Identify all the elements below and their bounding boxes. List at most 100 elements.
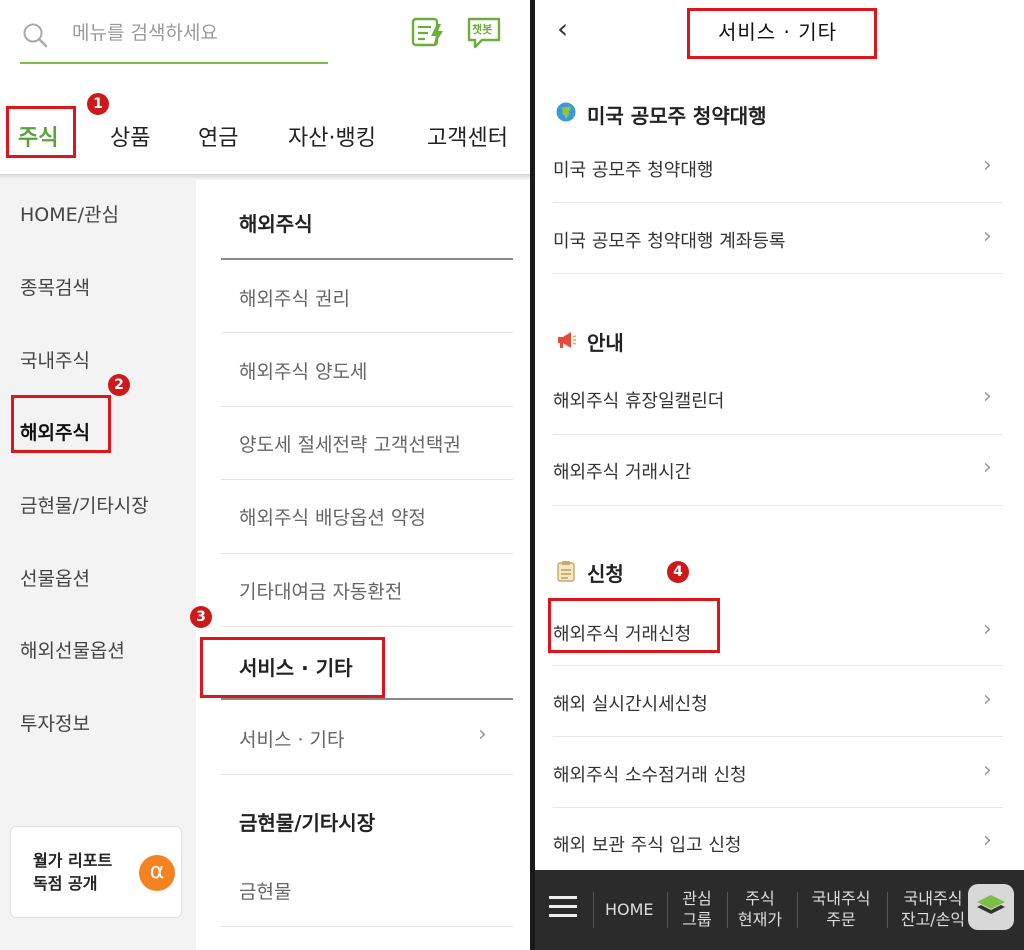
sidebar-item-home[interactable]: HOME/관심: [20, 200, 119, 227]
divider: [221, 332, 513, 333]
list-item[interactable]: 미국 공모주 청약대행: [553, 156, 713, 182]
chevron-right-icon: ›: [983, 153, 992, 178]
sidebar-item-futures[interactable]: 선물옵션: [20, 564, 90, 591]
submenu-heading: 해외주식: [239, 212, 313, 236]
layers-button[interactable]: [968, 884, 1014, 930]
sidebar-item-overseas-futures[interactable]: 해외선물옵션: [20, 636, 125, 663]
highlight-box-1: [6, 106, 76, 158]
step-badge-1: 1: [87, 93, 109, 115]
divider: [553, 736, 1003, 737]
nav-label: 주식: [745, 889, 775, 908]
highlight-box-4: [548, 598, 720, 653]
divider: [221, 626, 513, 627]
divider: [553, 665, 1003, 666]
tab-pension[interactable]: 연금: [198, 120, 238, 152]
submenu-item[interactable]: 해외주식 권리: [239, 284, 350, 311]
nav-label: 그룹: [682, 910, 712, 929]
back-arrow-icon[interactable]: ‹: [557, 12, 568, 45]
search-icon: [23, 23, 48, 48]
list-item[interactable]: 미국 공모주 청약대행 계좌등록: [553, 227, 785, 253]
nav-domestic-balance[interactable]: 국내주식 잔고/손익: [893, 888, 973, 930]
nav-stock-price[interactable]: 주식 현재가: [733, 888, 787, 930]
nav-domestic-order[interactable]: 국내주식 주문: [805, 888, 877, 930]
search-input[interactable]: [72, 22, 322, 44]
right-screen: ‹ 서비스 · 기타 미국 공모주 청약대행 미국 공모주 청약대행 › 미국 …: [535, 0, 1024, 950]
nav-label: 관심: [682, 889, 712, 908]
submenu-item[interactable]: 기타대여금 자동환전: [239, 577, 402, 604]
chevron-right-icon: ›: [983, 384, 992, 409]
divider: [553, 807, 1003, 808]
step-badge-4: 4: [667, 561, 689, 583]
submenu-item[interactable]: 양도세 절세전략 고객선택권: [239, 430, 461, 457]
layers-icon: [977, 895, 1005, 914]
divider: [221, 553, 513, 554]
sidebar-item-gold[interactable]: 금현물/기타시장: [20, 491, 149, 518]
highlight-box-3: [200, 637, 385, 698]
chevron-right-icon: ›: [478, 722, 487, 747]
submenu: 해외주식 해외주식 권리 해외주식 양도세 양도세 절세전략 고객선택권 해외주…: [196, 180, 530, 950]
highlight-box-title: [687, 8, 877, 59]
divider: [553, 434, 1003, 435]
sidebar-item-domestic[interactable]: 국내주식: [20, 346, 90, 373]
divider: [221, 698, 513, 700]
section-heading-apply: 신청: [587, 562, 624, 586]
divider: [221, 926, 513, 927]
nav-label: 국내주식: [811, 889, 871, 908]
submenu-item[interactable]: 해외주식 양도세: [239, 357, 367, 384]
section-heading-ipo: 미국 공모주 청약대행: [587, 104, 767, 128]
left-screen: 챗봇 주식 상품 연금 자산·뱅킹 고객센터 1 HOME/관심 종목검색 국내…: [0, 0, 530, 950]
section-heading-notice: 안내: [587, 331, 624, 355]
list-item[interactable]: 해외 보관 주식 입고 신청: [553, 831, 742, 857]
divider: [593, 892, 594, 928]
bottom-nav-bar: HOME 관심 그룹 주식 현재가 국내주식 주문 국내주식 잔고/손익: [535, 870, 1024, 950]
nav-label: 현재가: [737, 910, 783, 929]
tab-products[interactable]: 상품: [110, 120, 150, 152]
step-badge-3: 3: [190, 606, 212, 628]
divider: [553, 202, 1003, 203]
list-item[interactable]: 해외 실시간시세신청: [553, 690, 708, 716]
gold-heading: 금현물/기타시장: [239, 811, 376, 835]
divider: [553, 505, 1003, 506]
promo-banner[interactable]: 월가 리포트 독점 공개 α: [10, 826, 182, 918]
main-tabs: 주식 상품 연금 자산·뱅킹 고객센터: [0, 100, 530, 174]
divider: [553, 273, 1003, 274]
highlight-box-2: [11, 395, 111, 453]
sidebar-item-invest-info[interactable]: 투자정보: [20, 709, 90, 736]
list-item[interactable]: 해외주식 휴장일캘린더: [553, 387, 724, 413]
clipboard-icon: [557, 561, 575, 582]
nav-label: 주문: [826, 910, 856, 929]
megaphone-icon: [558, 332, 577, 348]
tab-assets-banking[interactable]: 자산·뱅킹: [288, 120, 376, 152]
chevron-right-icon: ›: [983, 828, 992, 853]
promo-line-2: 독점 공개: [33, 874, 98, 893]
nav-label: 잔고/손익: [900, 910, 966, 929]
divider: [667, 892, 668, 928]
divider: [797, 892, 798, 928]
nav-label: 국내주식: [903, 889, 963, 908]
alpha-icon: α: [139, 855, 175, 891]
divider: [221, 479, 513, 480]
quick-menu-icon[interactable]: [410, 16, 446, 50]
tab-customer-center[interactable]: 고객센터: [427, 120, 508, 152]
step-badge-2: 2: [108, 374, 130, 396]
search-bar[interactable]: [20, 14, 328, 64]
gold-item[interactable]: 금현물: [239, 877, 291, 904]
hamburger-menu-icon[interactable]: [549, 894, 577, 918]
service-item[interactable]: 서비스 · 기타: [239, 725, 345, 752]
nav-home[interactable]: HOME: [605, 899, 654, 920]
promo-text: 월가 리포트 독점 공개: [33, 849, 133, 895]
chevron-right-icon: ›: [983, 224, 992, 249]
submenu-item[interactable]: 해외주식 배당옵션 약정: [239, 503, 426, 530]
chatbot-label: 챗봇: [472, 23, 493, 36]
chevron-right-icon: ›: [983, 617, 992, 642]
sidebar-item-search[interactable]: 종목검색: [20, 273, 90, 300]
chevron-right-icon: ›: [983, 455, 992, 480]
globe-icon: [556, 102, 576, 122]
divider: [887, 892, 888, 928]
divider: [221, 258, 513, 260]
nav-watch-group[interactable]: 관심 그룹: [679, 888, 715, 930]
list-item[interactable]: 해외주식 소수점거래 신청: [553, 761, 747, 787]
chevron-right-icon: ›: [983, 758, 992, 783]
list-item[interactable]: 해외주식 거래시간: [553, 458, 691, 484]
chatbot-icon[interactable]: 챗봇: [466, 16, 502, 50]
